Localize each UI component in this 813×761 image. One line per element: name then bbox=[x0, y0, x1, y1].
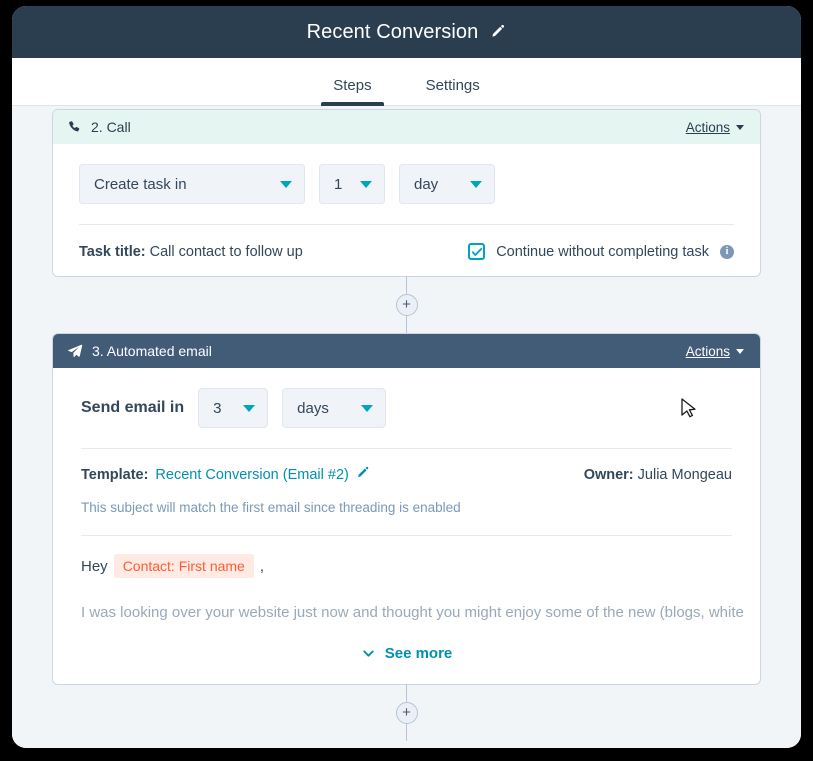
step-card-call-header: 2. Call Actions bbox=[53, 110, 760, 144]
continue-without-completing-checkline: Continue without completing task i bbox=[468, 243, 734, 260]
select-email-delay-unit[interactable]: days bbox=[282, 388, 387, 428]
see-more-button[interactable]: See more bbox=[81, 621, 732, 684]
paper-plane-icon bbox=[67, 343, 83, 359]
select-action-type-value: Create task in bbox=[94, 175, 187, 193]
select-delay-unit-value: day bbox=[414, 175, 439, 193]
step-card-call-actions-dropdown[interactable]: Actions bbox=[686, 120, 744, 135]
tab-settings[interactable]: Settings bbox=[414, 77, 492, 105]
edit-template-pencil-icon[interactable] bbox=[356, 466, 370, 484]
select-email-delay-unit-value: days bbox=[297, 399, 329, 417]
page-title: Recent Conversion bbox=[306, 20, 479, 43]
select-delay-unit[interactable]: day bbox=[399, 164, 495, 204]
task-title: Task title: Call contact to follow up bbox=[79, 244, 303, 260]
add-step-button[interactable]: + bbox=[395, 702, 418, 724]
email-greeting: Hey bbox=[81, 557, 108, 575]
template-row: Template: Recent Conversion (Email #2) O… bbox=[81, 449, 732, 484]
subject-threading-note: This subject will match the first email … bbox=[81, 500, 461, 515]
chevron-down-icon bbox=[360, 180, 372, 188]
personalization-token[interactable]: Contact: First name bbox=[113, 554, 254, 578]
call-task-row: Task title: Call contact to follow up Co… bbox=[79, 225, 734, 260]
step-card-email-actions-dropdown[interactable]: Actions bbox=[686, 344, 744, 359]
step-card-email-body: Send email in 3 days Template: Recent Co… bbox=[53, 368, 760, 684]
connector-email-to-next: + bbox=[52, 685, 761, 741]
workflow-window: Recent Conversion Steps Settings 2. Call bbox=[12, 6, 801, 748]
connector-call-to-email: + bbox=[52, 277, 761, 333]
step-card-automated-email: 3. Automated email Actions Send email in… bbox=[52, 333, 761, 685]
step-card-call-body: Create task in 1 day Task title: Call co… bbox=[53, 144, 760, 276]
chevron-down-icon bbox=[243, 404, 256, 412]
send-email-label: Send email in bbox=[81, 399, 185, 416]
chevron-down-icon bbox=[470, 180, 482, 188]
owner-label: Owner: bbox=[583, 467, 634, 483]
email-greeting-line: Hey Contact: First name , bbox=[81, 554, 732, 578]
phone-icon bbox=[67, 120, 82, 135]
owner-name: Julia Mongeau bbox=[637, 467, 732, 483]
select-delay-amount-value: 1 bbox=[334, 175, 343, 193]
actions-label: Actions bbox=[685, 343, 730, 359]
chevron-down-icon bbox=[361, 404, 374, 412]
template-info: Template: Recent Conversion (Email #2) bbox=[81, 466, 370, 484]
select-email-delay-amount-value: 3 bbox=[213, 399, 222, 417]
actions-label: Actions bbox=[685, 119, 730, 135]
call-select-row: Create task in 1 day bbox=[79, 164, 734, 204]
step-card-call: 2. Call Actions Create task in 1 day Tas… bbox=[52, 109, 761, 277]
info-icon[interactable]: i bbox=[720, 244, 734, 259]
chevron-down-icon bbox=[361, 646, 376, 661]
edit-title-pencil-icon[interactable] bbox=[490, 24, 506, 40]
title-bar: Recent Conversion bbox=[12, 6, 801, 58]
add-step-button[interactable]: + bbox=[395, 294, 418, 316]
step-card-email-header: 3. Automated email Actions bbox=[53, 334, 760, 368]
step-card-call-title: 2. Call bbox=[91, 119, 131, 135]
task-title-value: Call contact to follow up bbox=[149, 243, 303, 260]
workflow-canvas: 2. Call Actions Create task in 1 day Tas… bbox=[12, 106, 801, 748]
task-title-label: Task title: bbox=[79, 243, 146, 260]
step-card-email-title: 3. Automated email bbox=[92, 343, 212, 359]
title-bar-inner: Recent Conversion bbox=[307, 21, 507, 44]
tab-bar: Steps Settings bbox=[12, 58, 801, 106]
email-preview: Hey Contact: First name , I was looking … bbox=[81, 536, 744, 621]
select-delay-amount[interactable]: 1 bbox=[319, 164, 385, 204]
select-email-delay-amount[interactable]: 3 bbox=[198, 388, 269, 428]
tab-steps[interactable]: Steps bbox=[321, 77, 384, 106]
template-label: Template: bbox=[81, 467, 149, 483]
chevron-down-icon bbox=[736, 124, 744, 130]
template-link[interactable]: Recent Conversion (Email #2) bbox=[155, 467, 348, 483]
email-body-line: I was looking over your website just now… bbox=[81, 604, 744, 621]
see-more-label: See more bbox=[384, 645, 453, 662]
select-action-type[interactable]: Create task in bbox=[79, 164, 305, 204]
chevron-down-icon bbox=[280, 180, 292, 188]
chevron-down-icon bbox=[736, 348, 744, 354]
email-greeting-suffix: , bbox=[259, 557, 265, 575]
template-owner: Owner: Julia Mongeau bbox=[584, 467, 732, 483]
send-email-row: Send email in 3 days bbox=[81, 388, 732, 428]
continue-without-completing-checkbox[interactable] bbox=[468, 243, 486, 260]
continue-without-completing-label: Continue without completing task bbox=[496, 243, 709, 260]
